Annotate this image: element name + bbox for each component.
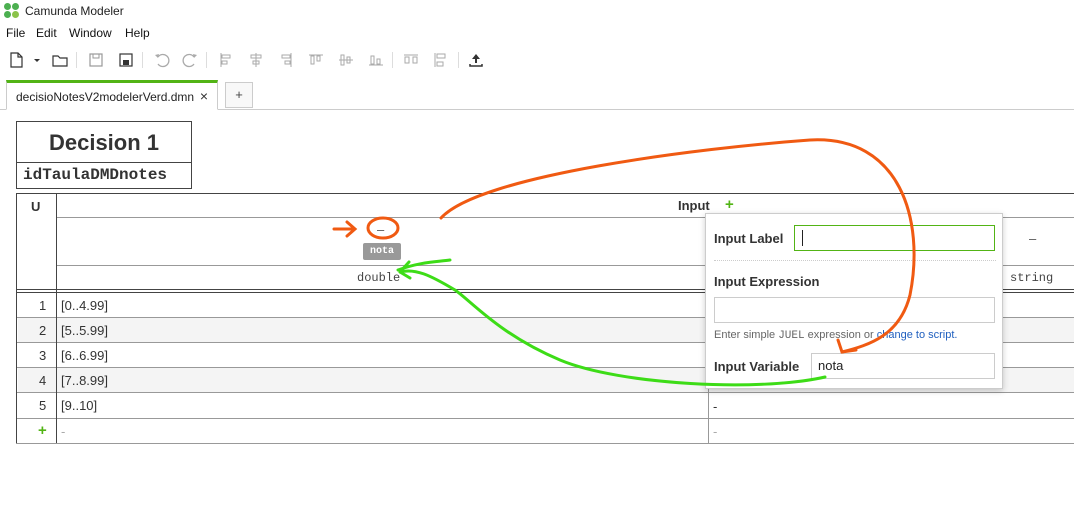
distribute-vertical-icon[interactable] bbox=[431, 50, 451, 70]
row-number: 2 bbox=[39, 323, 47, 338]
output-label-cell[interactable]: – bbox=[1029, 231, 1036, 246]
decision-header: Decision 1 idTaulaDMDnotes bbox=[16, 121, 192, 189]
add-rule-button[interactable]: + bbox=[38, 422, 47, 439]
row-number: 4 bbox=[39, 373, 47, 388]
new-file-icon[interactable] bbox=[6, 50, 26, 70]
rule-input-cell[interactable]: [0..4.99] bbox=[61, 298, 108, 313]
tab-label: decisioNotesV2modelerVerd.dmn bbox=[16, 90, 195, 104]
menu-help[interactable]: Help bbox=[125, 26, 150, 40]
row-number: 3 bbox=[39, 348, 47, 363]
close-tab-icon[interactable]: × bbox=[200, 88, 208, 104]
tab-decision-file[interactable]: decisioNotesV2modelerVerd.dmn × bbox=[6, 80, 218, 110]
align-bottom-icon[interactable] bbox=[366, 50, 386, 70]
toolbar bbox=[0, 46, 1074, 74]
hint-prefix: Enter simple bbox=[714, 329, 779, 341]
rule-input-cell[interactable]: [5..5.99] bbox=[61, 323, 108, 338]
decision-id[interactable]: idTaulaDMDnotes bbox=[16, 163, 192, 189]
align-right-icon[interactable] bbox=[276, 50, 296, 70]
add-tab-button[interactable]: + bbox=[225, 82, 253, 108]
input-type-double[interactable]: double bbox=[357, 271, 400, 285]
add-input-button[interactable]: + bbox=[725, 196, 734, 213]
window-title: Camunda Modeler bbox=[25, 4, 124, 18]
distribute-horizontal-icon[interactable] bbox=[401, 50, 421, 70]
save-icon[interactable] bbox=[86, 50, 106, 70]
rule-output-cell[interactable]: - bbox=[713, 399, 717, 414]
rule-input-cell[interactable]: [9..10] bbox=[61, 398, 97, 413]
align-middle-icon[interactable] bbox=[336, 50, 356, 70]
input-expression-title: Input Expression bbox=[714, 274, 820, 289]
text-cursor bbox=[802, 230, 803, 246]
hint-juel: JUEL bbox=[778, 330, 805, 342]
input-edit-popup: Input Label Input Expression Enter simpl… bbox=[705, 213, 1003, 389]
hit-policy[interactable]: U bbox=[31, 199, 40, 214]
deploy-icon[interactable] bbox=[466, 50, 486, 70]
row-number: 5 bbox=[39, 398, 47, 413]
change-to-script-link[interactable]: change to script. bbox=[877, 329, 958, 341]
redo-icon[interactable] bbox=[180, 50, 200, 70]
open-folder-icon[interactable] bbox=[50, 50, 70, 70]
align-left-icon[interactable] bbox=[216, 50, 236, 70]
new-rule-input-placeholder[interactable]: - bbox=[61, 424, 65, 439]
new-rule-output-placeholder[interactable]: - bbox=[713, 424, 717, 439]
title-bar: Camunda Modeler bbox=[0, 0, 1074, 22]
rule-input-cell[interactable]: [6..6.99] bbox=[61, 348, 108, 363]
menu-file[interactable]: File bbox=[6, 26, 25, 40]
align-top-icon[interactable] bbox=[306, 50, 326, 70]
save-as-icon[interactable] bbox=[116, 50, 136, 70]
menu-edit[interactable]: Edit bbox=[36, 26, 57, 40]
new-file-dropdown-icon[interactable] bbox=[27, 50, 40, 70]
input-expression-field[interactable] bbox=[714, 297, 995, 323]
tab-bar: decisioNotesV2modelerVerd.dmn × + bbox=[0, 80, 1074, 110]
menu-window[interactable]: Window bbox=[69, 26, 112, 40]
expression-hint: Enter simple JUEL expression or change t… bbox=[714, 329, 957, 342]
input-label-cell[interactable]: – bbox=[377, 222, 384, 237]
input-variable-field[interactable]: nota bbox=[811, 353, 995, 379]
menu-bar: File Edit Window Help bbox=[0, 23, 1074, 43]
row-number: 1 bbox=[39, 298, 47, 313]
undo-icon[interactable] bbox=[152, 50, 172, 70]
input-label-field[interactable] bbox=[794, 225, 995, 251]
input-label-title: Input Label bbox=[714, 231, 784, 246]
hint-mid: expression or bbox=[804, 329, 877, 341]
input-variable-title: Input Variable bbox=[714, 359, 800, 374]
input-variable-badge: nota bbox=[363, 243, 401, 260]
decision-name[interactable]: Decision 1 bbox=[16, 121, 192, 163]
align-center-icon[interactable] bbox=[246, 50, 266, 70]
output-type-string[interactable]: string bbox=[1010, 271, 1053, 285]
input-header: Input bbox=[678, 198, 710, 213]
camunda-logo-icon bbox=[4, 3, 20, 19]
rule-input-cell[interactable]: [7..8.99] bbox=[61, 373, 108, 388]
